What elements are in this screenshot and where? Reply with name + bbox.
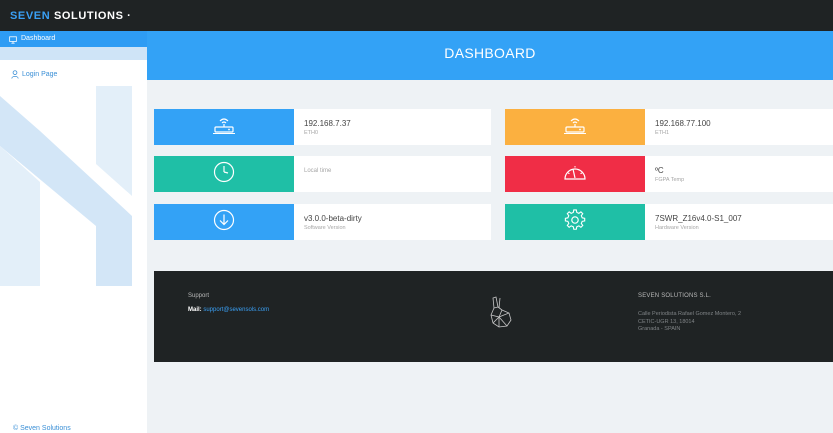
local-time-icon-box bbox=[154, 156, 294, 192]
eth0-label: ETH0 bbox=[304, 130, 319, 136]
router-icon bbox=[212, 116, 236, 139]
gear-icon bbox=[564, 208, 586, 236]
sidebar-highlight-strip bbox=[0, 47, 147, 60]
eth1-icon-box bbox=[505, 109, 645, 145]
eth1-ip-value: 192.168.77.100 bbox=[655, 119, 711, 128]
gauge-icon bbox=[562, 161, 588, 188]
hardware-version-value: 7SWR_Z16v4.0-S1_007 bbox=[655, 214, 742, 223]
address-line: CETIC-UGR 13, 18014 bbox=[638, 318, 695, 325]
hardware-version-label: Hardware Version bbox=[655, 225, 699, 231]
clock-icon bbox=[213, 161, 235, 188]
software-version-label: Software Version bbox=[304, 225, 346, 231]
fpga-temp-value: ºC bbox=[655, 166, 664, 175]
software-version-icon-box bbox=[154, 204, 294, 240]
sidebar-item-label: Dashboard bbox=[21, 35, 56, 42]
address-line: Granada - SPAIN bbox=[638, 326, 681, 332]
local-time-card: Local time bbox=[154, 156, 491, 192]
brand-rest-text: SOLUTIONS · bbox=[50, 10, 132, 22]
main-content: DASHBOARD 192.168.7.37 ETH0 192.168.77.1… bbox=[147, 31, 833, 433]
software-version-card: v3.0.0-beta-dirty Software Version bbox=[154, 204, 491, 240]
page-footer: Support Mail: support@sevensols.com SEVE… bbox=[154, 271, 833, 362]
company-address: Calle Periodista Rafael Gomez Montero, 2… bbox=[638, 311, 741, 334]
fpga-temp-label: FGPA Temp bbox=[655, 177, 685, 183]
support-email-link[interactable]: support@sevensols.com bbox=[203, 307, 269, 313]
local-time-label: Local time bbox=[304, 168, 332, 174]
sidebar-item-login-page[interactable]: Login Page bbox=[0, 68, 147, 82]
eth0-icon-box bbox=[154, 109, 294, 145]
fpga-temp-icon-box bbox=[505, 156, 645, 192]
software-version-value: v3.0.0-beta-dirty bbox=[304, 214, 362, 223]
fpga-temp-card: ºC FGPA Temp bbox=[505, 156, 833, 192]
sidebar-item-dashboard[interactable]: Dashboard bbox=[0, 31, 147, 47]
eth1-card: 192.168.77.100 ETH1 bbox=[505, 109, 833, 145]
mail-label: Mail: bbox=[188, 307, 202, 313]
hardware-version-icon-box bbox=[505, 204, 645, 240]
brand-accent-text: SEVEN bbox=[10, 10, 51, 22]
sidebar-item-label: Login Page bbox=[22, 71, 58, 78]
rabbit-logo-icon bbox=[487, 295, 513, 334]
company-name: SEVEN SOLUTIONS S.L. bbox=[638, 293, 712, 299]
brand-logo[interactable]: SEVEN SOLUTIONS · bbox=[10, 10, 131, 22]
router-icon bbox=[563, 116, 587, 139]
download-icon bbox=[213, 209, 235, 236]
support-mail: Mail: support@sevensols.com bbox=[188, 307, 269, 313]
sidebar-footer-copyright[interactable]: © Seven Solutions bbox=[13, 425, 71, 432]
page-title: DASHBOARD bbox=[444, 45, 536, 61]
sidebar: Dashboard Login Page © Seven Solutions bbox=[0, 31, 147, 433]
eth0-ip-value: 192.168.7.37 bbox=[304, 119, 351, 128]
dashboard-banner: DASHBOARD bbox=[147, 31, 833, 80]
eth0-card: 192.168.7.37 ETH0 bbox=[154, 109, 491, 145]
brand-watermark-graphic bbox=[0, 86, 132, 286]
eth1-label: ETH1 bbox=[655, 130, 670, 136]
address-line: Calle Periodista Rafael Gomez Montero, 2 bbox=[638, 311, 742, 317]
user-icon bbox=[11, 70, 19, 85]
top-navbar: SEVEN SOLUTIONS · bbox=[0, 0, 833, 31]
support-heading: Support bbox=[188, 293, 210, 299]
hardware-version-card: 7SWR_Z16v4.0-S1_007 Hardware Version bbox=[505, 204, 833, 240]
